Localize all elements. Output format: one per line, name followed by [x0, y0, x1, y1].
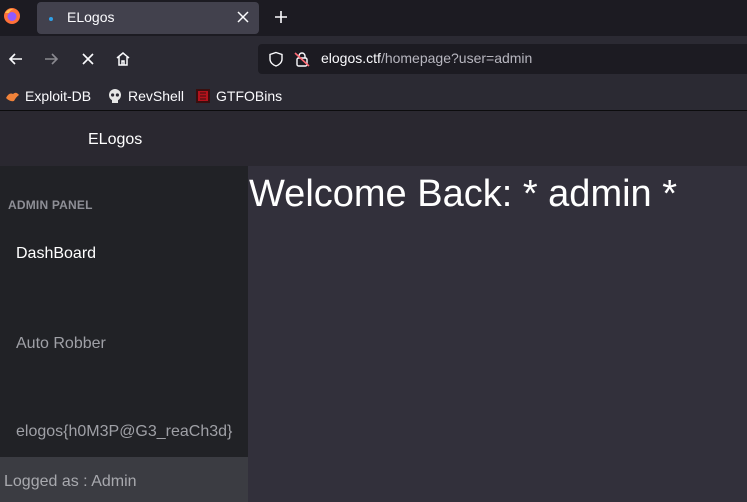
admin-sidebar: ADMIN PANEL DashBoard Auto Robber elogos…: [0, 166, 248, 457]
navigation-toolbar: elogos.ctf/homepage?user=admin: [0, 36, 747, 82]
firefox-icon[interactable]: [3, 7, 21, 25]
welcome-heading: Welcome Back: * admin *: [249, 173, 678, 215]
bookmark-label: RevShell: [128, 88, 185, 104]
home-icon[interactable]: [114, 50, 132, 68]
exploitdb-icon: [6, 92, 19, 101]
bookmark-gtfobins[interactable]: GTFOBins: [195, 86, 282, 106]
bookmark-label: GTFOBins: [216, 88, 283, 104]
tab-strip: ELogos: [0, 0, 747, 36]
shield-icon[interactable]: [268, 51, 284, 67]
web-page: ELogos ADMIN PANEL DashBoard Auto Robber…: [0, 111, 747, 502]
sidebar-heading: ADMIN PANEL: [8, 198, 93, 212]
address-bar[interactable]: elogos.ctf/homepage?user=admin: [258, 44, 747, 74]
forward-arrow-icon[interactable]: [42, 50, 60, 68]
logged-in-status: Logged as : Admin: [4, 473, 137, 490]
tab-favicon-icon: [49, 17, 53, 21]
gtfobins-icon: [196, 89, 210, 103]
bookmarks-toolbar: Exploit-DB RevShell GTFOBins: [0, 82, 747, 111]
site-brand[interactable]: ELogos: [88, 131, 142, 149]
bookmark-label: Exploit-DB: [25, 88, 92, 104]
sidebar-footer: Logged as : Admin: [0, 457, 248, 502]
close-icon[interactable]: [235, 9, 251, 25]
tab-title: ELogos: [67, 9, 115, 25]
skull-icon: [109, 89, 121, 103]
insecure-lock-icon[interactable]: [294, 51, 310, 67]
bookmark-revshell[interactable]: RevShell: [107, 86, 184, 106]
stop-loading-icon[interactable]: [79, 50, 97, 68]
bookmark-exploit-db[interactable]: Exploit-DB: [5, 86, 91, 106]
url-text[interactable]: elogos.ctf/homepage?user=admin: [321, 50, 532, 66]
url-host: elogos.ctf: [321, 50, 381, 66]
site-header: ELogos: [0, 111, 747, 166]
back-arrow-icon[interactable]: [7, 50, 25, 68]
url-path: /homepage?user=admin: [380, 50, 533, 66]
sidebar-item-auto-robber[interactable]: Auto Robber: [16, 335, 106, 353]
new-tab-plus-icon[interactable]: [273, 9, 289, 25]
sidebar-item-dashboard[interactable]: DashBoard: [16, 245, 96, 263]
sidebar-item-flag[interactable]: elogos{h0M3P@G3_reaCh3d}: [16, 423, 232, 441]
browser-tab[interactable]: ELogos: [37, 2, 259, 34]
